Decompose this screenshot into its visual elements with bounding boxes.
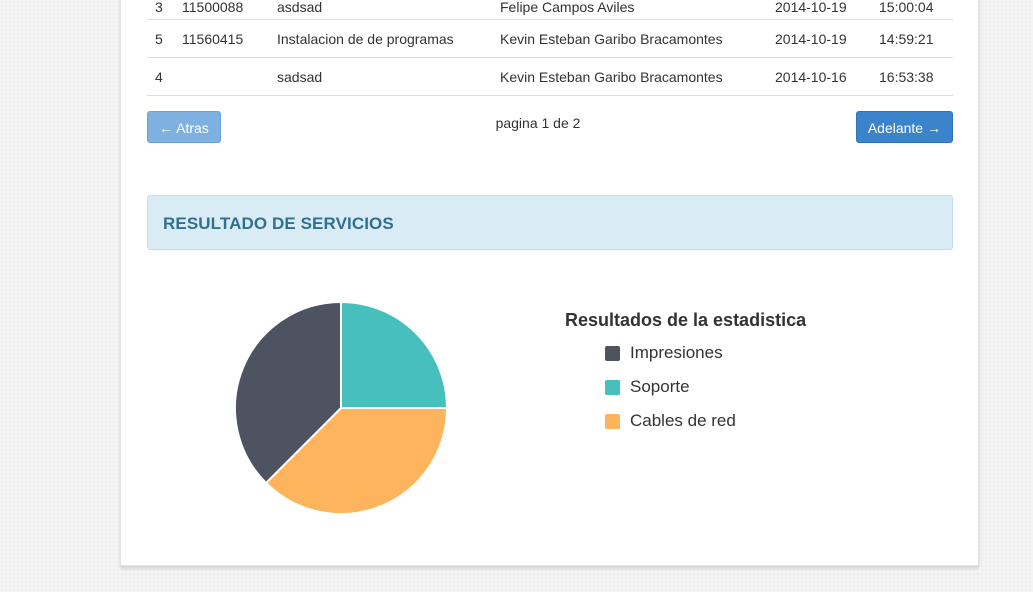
row-number: 5 [147,19,174,58]
legend-label: Soporte [630,377,690,396]
page-indicator: pagina 1 de 2 [495,115,581,131]
row-number: 3 [155,0,163,15]
row-code: 11500088 [182,0,244,15]
row-user: Kevin Esteban Garibo Bracamontes [492,57,767,96]
pagination: ← Atras pagina 1 de 2 Adelante → [147,111,953,145]
row-date: 2014-10-16 [767,57,871,96]
section-header: RESULTADO DE SERVICIOS [147,195,953,250]
legend-label: Cables de red [630,411,736,430]
services-pie-chart [234,300,449,515]
table-row: 4 sadsad Kevin Esteban Garibo Bracamonte… [147,57,953,96]
legend-label: Impresiones [630,343,723,362]
records-table-wrapper: 3 11500088 asdsad Felipe Campos Aviles 2… [147,0,953,96]
table-row: 5 11560415 Instalacion de de programas K… [147,19,953,58]
legend-item-soporte: Soporte [565,370,806,404]
pie-slice-soporte [340,300,449,409]
row-number: 4 [147,57,174,96]
legend-item-impresiones: Impresiones [565,336,806,370]
row-description: sadsad [269,57,492,96]
legend-swatch [605,346,620,361]
row-user: Kevin Esteban Garibo Bracamontes [492,19,767,58]
next-button[interactable]: Adelante → [855,111,953,143]
chart-legend: Resultados de la estadistica Impresiones… [565,310,806,438]
row-code: 11560415 [174,19,269,58]
row-date: 2014-10-19 [775,0,847,15]
legend-item-cables-de-red: Cables de red [565,404,806,438]
row-user: Felipe Campos Aviles [500,0,635,15]
legend-title: Resultados de la estadistica [565,310,807,330]
legend-swatch [605,380,620,395]
row-code [174,57,269,96]
row-time: 15:00:04 [879,0,934,15]
section-title: RESULTADO DE SERVICIOS [163,214,394,233]
row-date: 2014-10-19 [767,19,871,58]
row-time: 16:53:38 [871,57,953,96]
records-table: 3 11500088 asdsad Felipe Campos Aviles 2… [147,0,953,96]
row-time: 14:59:21 [871,19,953,58]
content-card: 3 11500088 asdsad Felipe Campos Aviles 2… [120,0,979,566]
table-row: 3 11500088 asdsad Felipe Campos Aviles 2… [147,0,953,20]
legend-swatch [605,414,620,429]
row-description: asdsad [277,0,323,15]
row-description: Instalacion de de programas [269,19,492,58]
